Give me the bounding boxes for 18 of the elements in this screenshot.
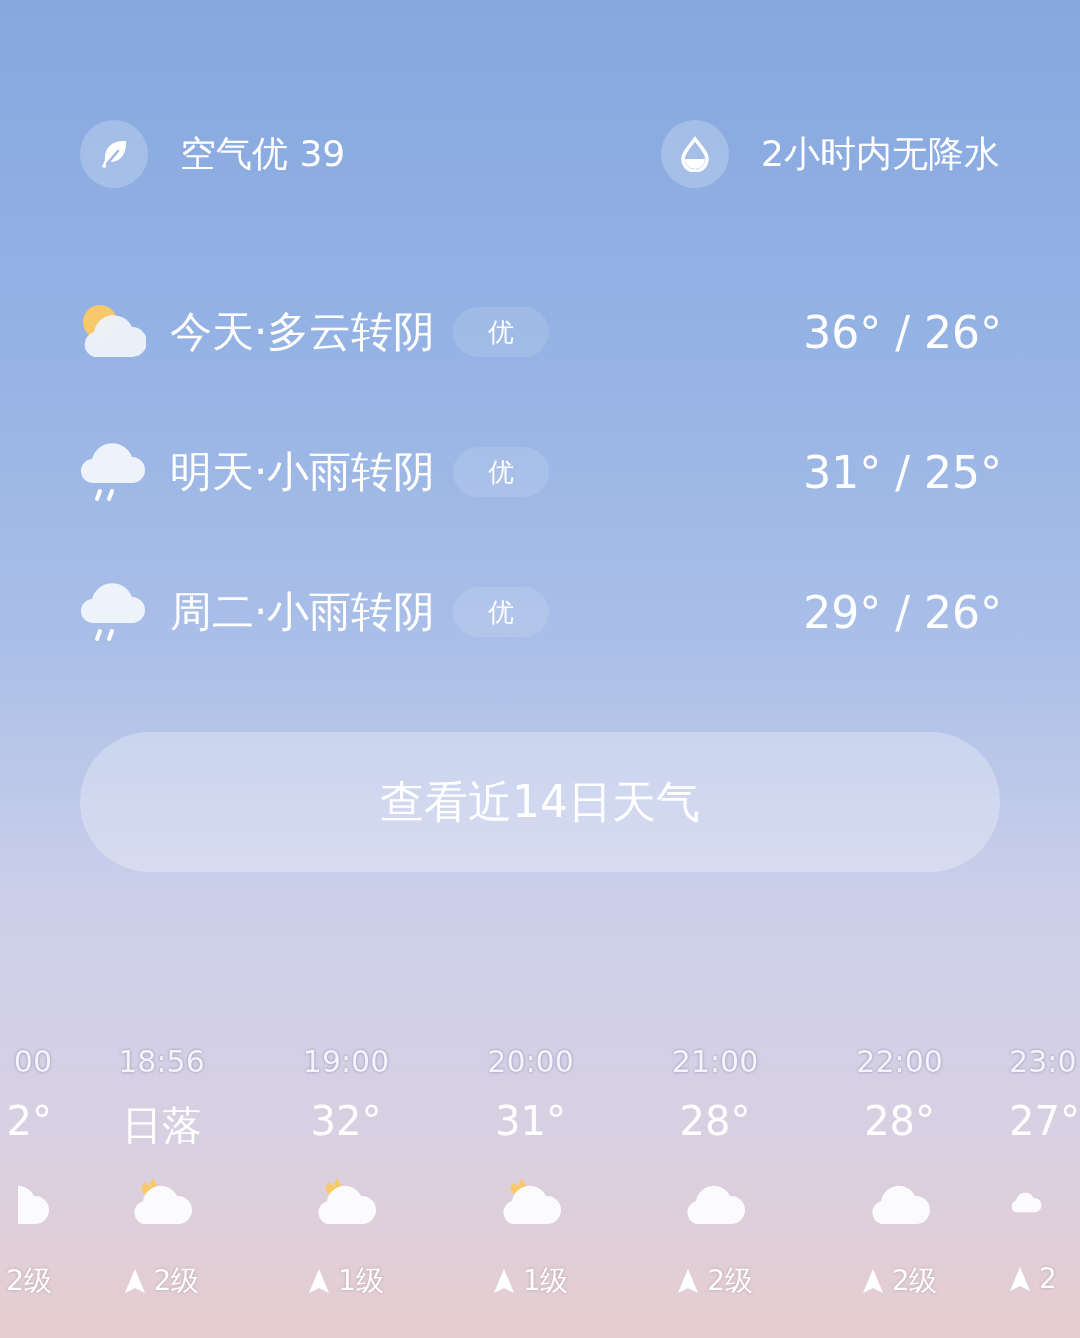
- forecast-label: 今天·多云转阴: [170, 306, 436, 358]
- wind-direction-icon: [308, 1268, 331, 1294]
- summary-text: 空气优 39: [180, 131, 346, 176]
- wind-direction-icon: [677, 1268, 700, 1294]
- temperature-range: 31° / 25°: [803, 446, 1002, 498]
- aqi-badge: 优: [453, 587, 550, 637]
- wind-direction-icon: [1009, 1265, 1032, 1292]
- summary-text: 2小时内无降水: [761, 131, 1000, 176]
- wind-direction-icon: [123, 1268, 146, 1294]
- temperature-range: 29° / 26°: [803, 586, 1002, 638]
- wind-direction-icon: [492, 1268, 515, 1294]
- forecast-label: 明天·小雨转阴: [170, 446, 436, 498]
- temperature-range: 36° / 26°: [803, 306, 1002, 358]
- wind-direction-icon: [861, 1268, 884, 1294]
- forecast-label: 周二·小雨转阴: [170, 586, 436, 638]
- sun-cloud-icon: [80, 305, 146, 359]
- aqi-badge: 优: [453, 307, 550, 357]
- aqi-badge: 优: [453, 447, 550, 497]
